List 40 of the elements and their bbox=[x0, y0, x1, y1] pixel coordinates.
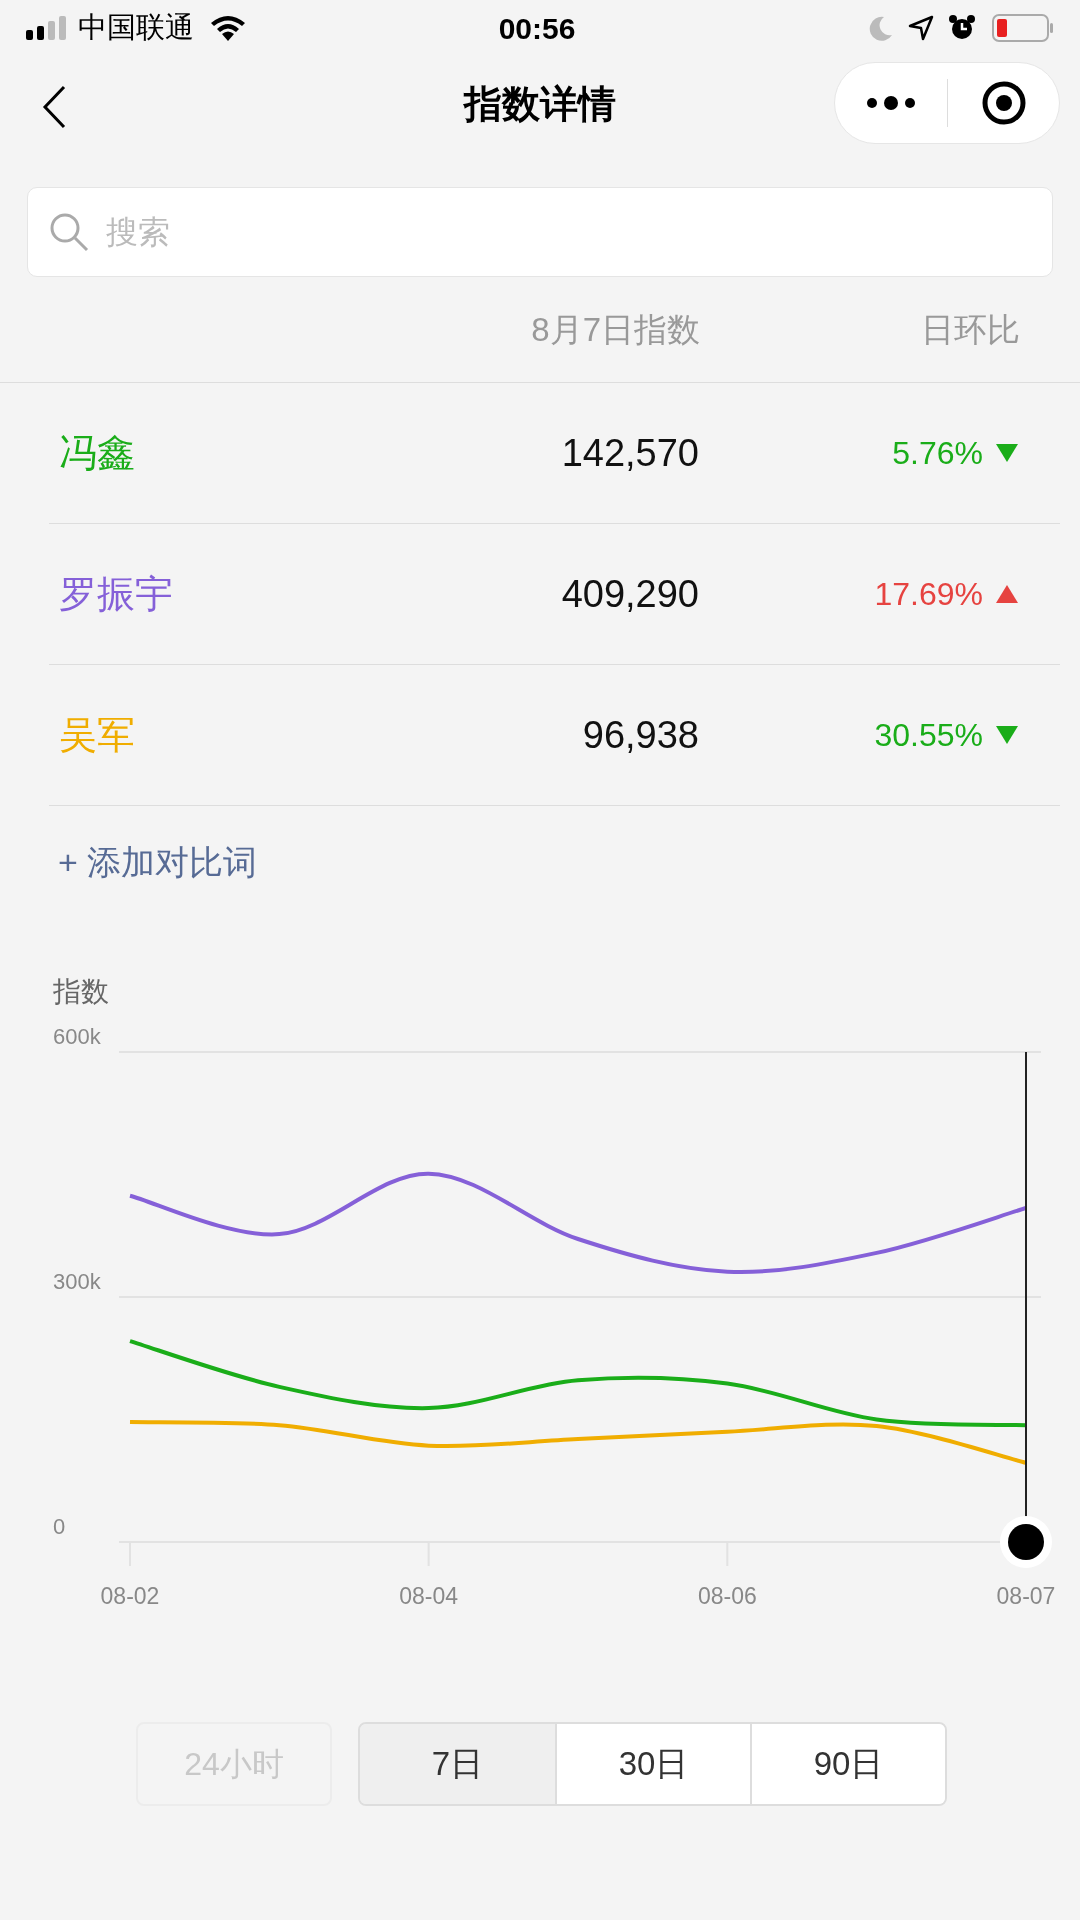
triangle-down-icon bbox=[995, 443, 1019, 463]
search-icon bbox=[49, 212, 89, 252]
term-name: 吴军 bbox=[58, 712, 136, 758]
change-percent: 30.55% bbox=[873, 716, 983, 755]
range-tab[interactable]: 90日 bbox=[750, 1724, 945, 1804]
location-arrow-icon bbox=[908, 15, 934, 41]
x-tick-label: 08-02 bbox=[100, 1583, 160, 1609]
x-tick-label: 08-07 bbox=[996, 1583, 1056, 1609]
term-name: 罗振宇 bbox=[58, 571, 174, 617]
alarm-clock-icon bbox=[948, 14, 976, 42]
carrier-name: 中国联通 bbox=[78, 10, 194, 46]
y-axis-title: 指数 bbox=[53, 976, 109, 1007]
change-percent: 5.76% bbox=[891, 434, 983, 473]
y-tick-label: 600k bbox=[53, 1024, 101, 1049]
moon-icon bbox=[868, 15, 894, 41]
wifi-icon bbox=[210, 15, 246, 41]
target-icon bbox=[980, 80, 1027, 126]
search-field[interactable]: 搜索 bbox=[27, 187, 1053, 277]
page-title: 指数详情 bbox=[464, 81, 616, 127]
more-icon bbox=[866, 95, 916, 111]
cursor-handle[interactable] bbox=[1000, 1516, 1052, 1568]
status-time: 00:56 bbox=[497, 10, 577, 47]
index-value: 409,290 bbox=[560, 571, 699, 617]
triangle-up-icon bbox=[995, 584, 1019, 604]
battery-icon bbox=[992, 14, 1054, 42]
back-chevron-icon bbox=[42, 85, 66, 129]
index-value: 96,938 bbox=[581, 712, 699, 758]
range-tab[interactable]: 7日 bbox=[360, 1724, 555, 1804]
index-value: 142,570 bbox=[560, 430, 699, 476]
x-tick-label: 08-06 bbox=[697, 1583, 757, 1609]
column-header: 日环比 bbox=[920, 309, 1020, 350]
add-compare-link[interactable]: + 添加对比词 bbox=[58, 836, 258, 888]
x-tick-label: 08-04 bbox=[399, 1583, 459, 1609]
triangle-down-icon bbox=[995, 725, 1019, 745]
range-tab[interactable]: 30日 bbox=[555, 1724, 750, 1804]
change-percent: 17.69% bbox=[873, 575, 983, 614]
term-name: 冯鑫 bbox=[58, 430, 136, 476]
column-header: 8月7日指数 bbox=[530, 309, 700, 350]
y-tick-label: 0 bbox=[53, 1514, 66, 1539]
y-tick-label: 300k bbox=[53, 1269, 101, 1294]
